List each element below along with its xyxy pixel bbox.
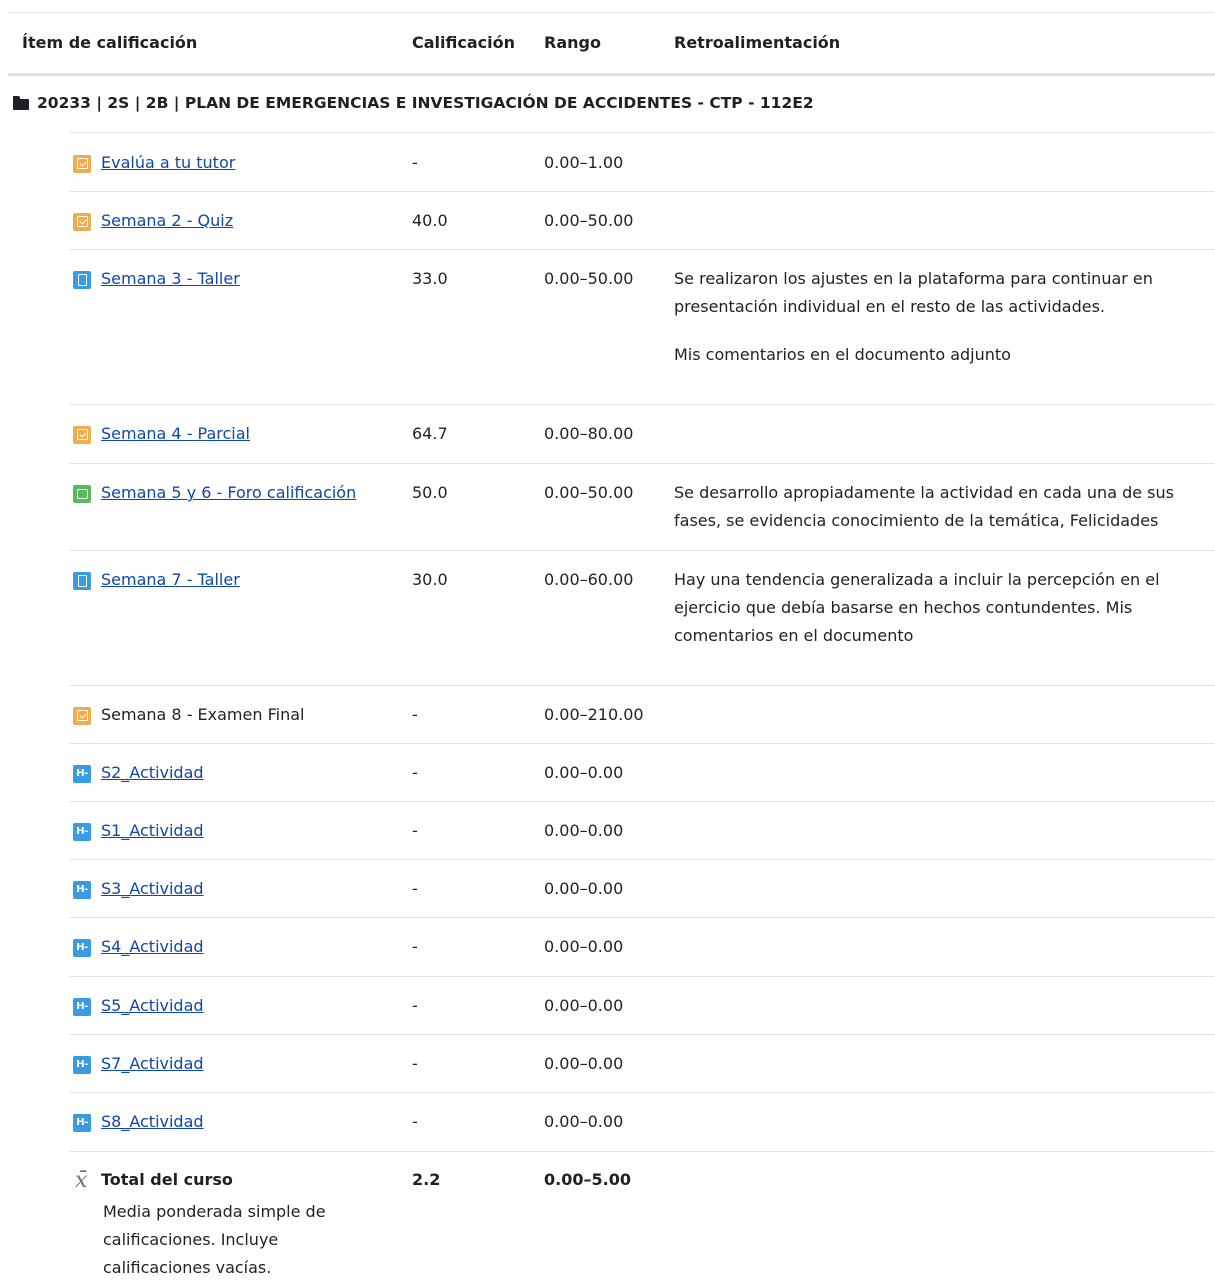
item-grade: - (412, 1054, 418, 1073)
item-name: Semana 8 - Examen Final (101, 705, 305, 724)
quiz-icon (73, 426, 91, 444)
item-grade: 40.0 (412, 211, 448, 230)
item-range: 0.00–80.00 (544, 424, 634, 443)
item-grade: - (412, 879, 418, 898)
item-range: 0.00–0.00 (544, 996, 624, 1015)
item-link[interactable]: Semana 7 - Taller (101, 570, 240, 589)
table-row: H-P S3_Actividad - 0.00–0.00 (69, 859, 1215, 918)
item-grade: - (412, 821, 418, 840)
table-row: Semana 5 y 6 - Foro calificación 50.0 0.… (69, 463, 1215, 551)
table-row: H-P S7_Actividad - 0.00–0.00 (69, 1034, 1215, 1093)
h5p-icon: H-P (73, 881, 91, 913)
category-row: 20233 | 2S | 2B | PLAN DE EMERGENCIAS E … (13, 76, 1215, 133)
item-grade: - (412, 996, 418, 1015)
item-link[interactable]: Semana 3 - Taller (101, 269, 240, 288)
item-grade: 33.0 (412, 269, 448, 288)
table-row: H-P S8_Actividad - 0.00–0.00 (69, 1092, 1215, 1152)
item-range: 0.00–60.00 (544, 570, 634, 589)
table-row: H-P S4_Actividad - 0.00–0.00 (69, 917, 1215, 977)
course-total-range: 0.00–5.00 (544, 1170, 631, 1189)
header-item: Ítem de calificación (22, 33, 198, 52)
item-grade: 64.7 (412, 424, 448, 443)
item-grade: 50.0 (412, 483, 448, 502)
table-row: Semana 8 - Examen Final - 0.00–210.00 (69, 685, 1215, 744)
h5p-icon: H-P (73, 1056, 91, 1088)
feedback-paragraph: Mis comentarios en el documento adjunto (674, 345, 1011, 364)
course-total-grade: 2.2 (412, 1170, 441, 1189)
item-range: 0.00–0.00 (544, 1112, 624, 1131)
folder-icon (13, 96, 29, 110)
item-range: 0.00–50.00 (544, 269, 634, 288)
h5p-icon: H-P (73, 1114, 91, 1146)
table-row: Semana 4 - Parcial 64.7 0.00–80.00 (69, 404, 1215, 464)
h5p-icon: H-P (73, 939, 91, 971)
item-range: 0.00–0.00 (544, 821, 624, 840)
header-grade: Calificación (412, 33, 515, 52)
table-row: H-P S2_Actividad - 0.00–0.00 (69, 743, 1215, 802)
table-row: Evalúa a tu tutor - 0.00–1.00 (69, 133, 1215, 192)
item-link[interactable]: S7_Actividad (101, 1054, 204, 1073)
mean-icon: x̄ (75, 1168, 88, 1193)
item-range: 0.00–0.00 (544, 937, 624, 956)
category-name: 20233 | 2S | 2B | PLAN DE EMERGENCIAS E … (37, 94, 814, 112)
quiz-icon (73, 707, 91, 725)
item-link[interactable]: Semana 2 - Quiz (101, 211, 233, 230)
item-link[interactable]: S4_Actividad (101, 937, 204, 956)
header-feedback: Retroalimentación (674, 33, 841, 52)
table-row: H-P S1_Actividad - 0.00–0.00 (69, 801, 1215, 860)
item-link[interactable]: Semana 5 y 6 - Foro calificación (101, 483, 356, 502)
assignment-icon (73, 271, 91, 289)
item-range: 0.00–0.00 (544, 1054, 624, 1073)
item-link[interactable]: S1_Actividad (101, 821, 204, 840)
item-grade: - (412, 1112, 418, 1131)
item-grade: - (412, 937, 418, 956)
item-range: 0.00–50.00 (544, 211, 634, 230)
feedback-paragraph: Hay una tendencia generalizada a incluir… (674, 570, 1160, 645)
h5p-icon: H-P (73, 765, 91, 797)
feedback-paragraph: Se desarrollo apropiadamente la activida… (674, 483, 1174, 530)
course-total-description: Media ponderada simple de calificaciones… (103, 1202, 326, 1277)
item-range: 0.00–0.00 (544, 879, 624, 898)
item-grade: - (412, 153, 418, 172)
item-range: 0.00–0.00 (544, 763, 624, 782)
feedback-paragraph: Se realizaron los ajustes en la platafor… (674, 269, 1153, 316)
item-range: 0.00–210.00 (544, 705, 644, 724)
table-row: H-P S5_Actividad - 0.00–0.00 (69, 976, 1215, 1035)
item-link[interactable]: S3_Actividad (101, 879, 204, 898)
item-link[interactable]: S5_Actividad (101, 996, 204, 1015)
table-row: Semana 7 - Taller 30.0 0.00–60.00 Hay un… (69, 550, 1215, 686)
item-link[interactable]: Evalúa a tu tutor (101, 153, 235, 172)
item-range: 0.00–1.00 (544, 153, 624, 172)
item-feedback: Hay una tendencia generalizada a incluir… (674, 566, 1214, 670)
table-row: Semana 2 - Quiz 40.0 0.00–50.00 (69, 191, 1215, 250)
h5p-icon: H-P (73, 998, 91, 1030)
assignment-icon (73, 572, 91, 590)
item-grade: 30.0 (412, 570, 448, 589)
item-link[interactable]: S2_Actividad (101, 763, 204, 782)
table-header: Ítem de calificación Calificación Rango … (8, 13, 1215, 76)
item-feedback: Se desarrollo apropiadamente la activida… (674, 479, 1214, 555)
quiz-icon (73, 155, 91, 173)
forum-icon (73, 485, 91, 503)
item-link[interactable]: Semana 4 - Parcial (101, 424, 250, 443)
course-total-title: Total del curso (101, 1170, 233, 1189)
table-row: Semana 3 - Taller 33.0 0.00–50.00 Se rea… (69, 249, 1215, 405)
item-feedback: Se realizaron los ajustes en la platafor… (674, 265, 1214, 389)
item-link[interactable]: S8_Actividad (101, 1112, 204, 1131)
h5p-icon: H-P (73, 823, 91, 855)
header-range: Rango (544, 33, 601, 52)
quiz-icon (73, 213, 91, 231)
item-grade: - (412, 705, 418, 724)
item-range: 0.00–50.00 (544, 483, 634, 502)
item-grade: - (412, 763, 418, 782)
